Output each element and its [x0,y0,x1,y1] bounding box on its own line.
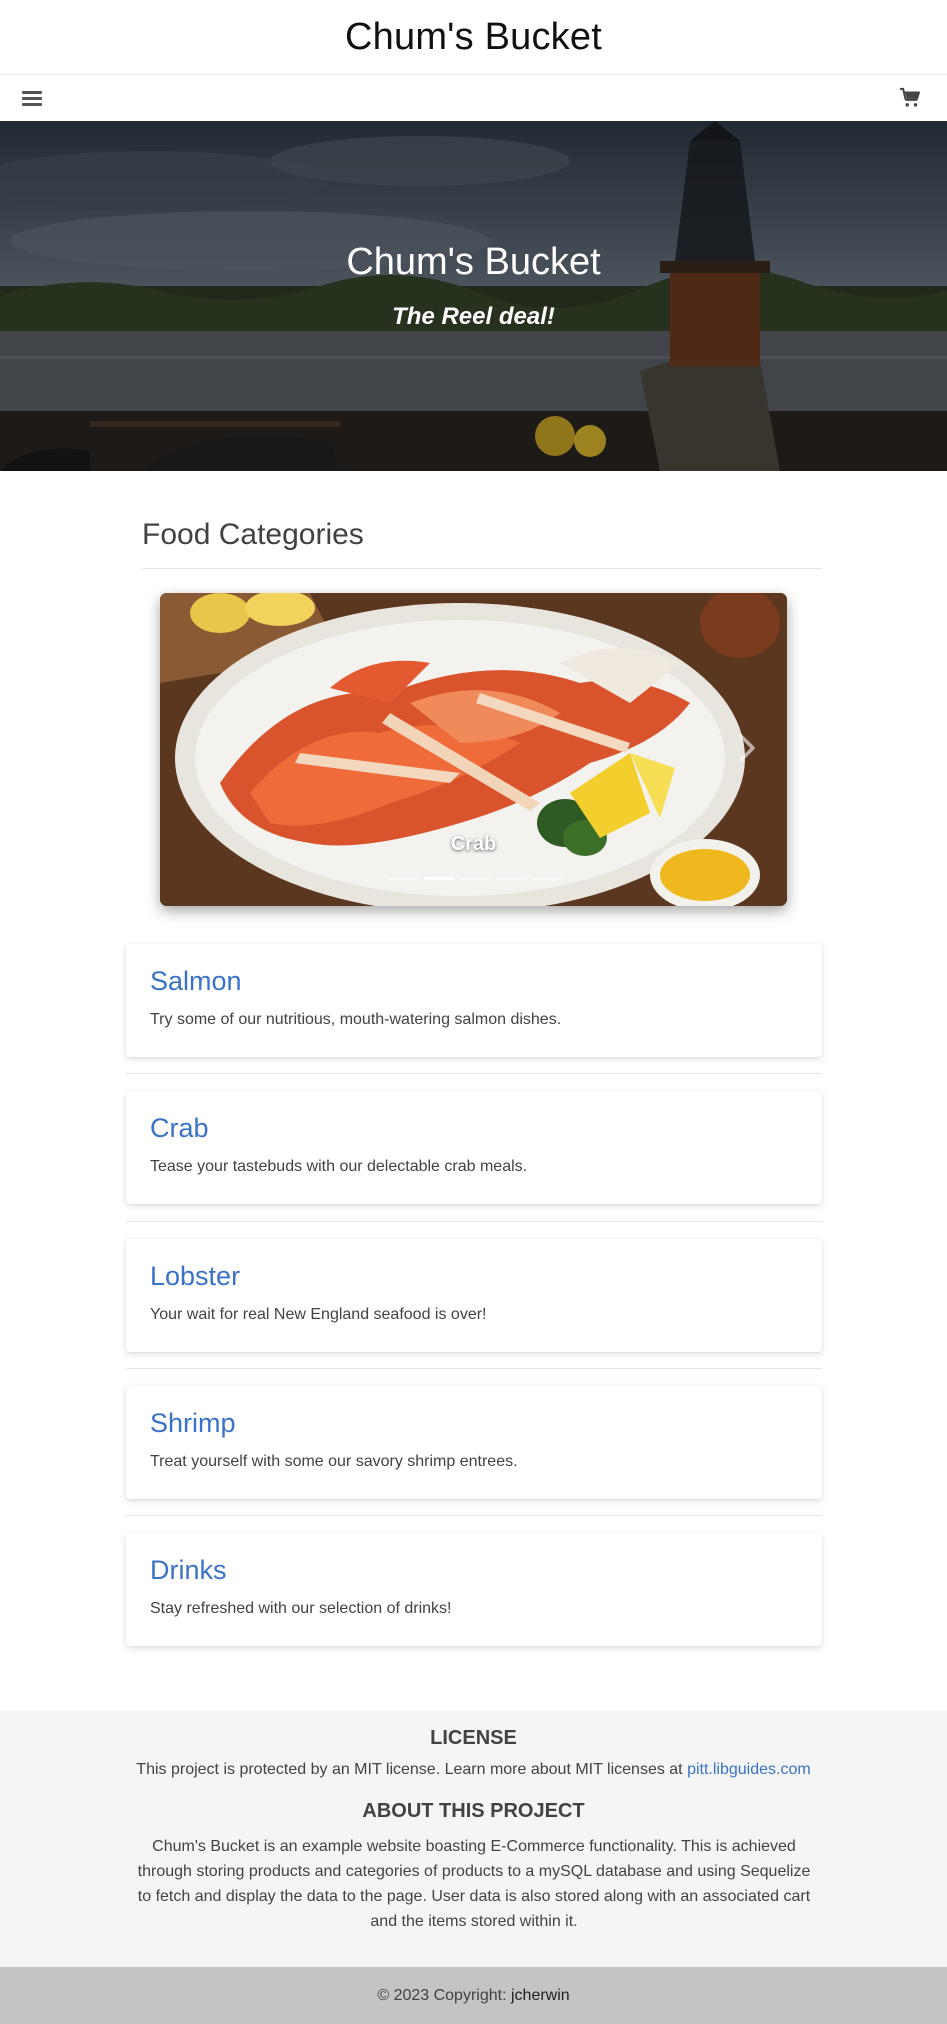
category-description: Treat yourself with some our savory shri… [150,1453,518,1470]
category-card-drinks[interactable]: Drinks Stay refreshed with our selection… [126,1533,822,1646]
carousel-caption: Crab [450,833,497,855]
site-title: Chum's Bucket [345,15,602,58]
carousel-slide-image [160,593,787,906]
card-divider [126,1368,822,1369]
card-divider [126,1221,822,1222]
site-footer: LICENSE This project is protected by an … [0,1711,947,1967]
license-text-body: This project is protected by an MIT lice… [136,1761,683,1778]
category-name[interactable]: Drinks [150,1555,227,1586]
category-card-salmon[interactable]: Salmon Try some of our nutritious, mouth… [126,944,822,1057]
category-card-lobster[interactable]: Lobster Your wait for real New England s… [126,1239,822,1352]
card-divider [126,1073,822,1074]
category-description: Stay refreshed with our selection of dri… [150,1600,452,1617]
hero-tagline: The Reel deal! [392,303,555,330]
category-name[interactable]: Crab [150,1113,209,1144]
section-title: Food Categories [142,518,364,551]
carousel-indicator[interactable] [388,877,418,880]
navbar [0,75,947,121]
carousel-indicators [388,877,562,880]
carousel-indicator[interactable] [496,877,526,880]
carousel-indicator[interactable] [460,877,490,880]
category-description: Try some of our nutritious, mouth-wateri… [150,1011,562,1028]
about-heading: ABOUT THIS PROJECT [362,1800,585,1822]
card-divider [126,1515,822,1516]
hamburger-menu-icon[interactable] [22,88,42,108]
category-name[interactable]: Salmon [150,966,242,997]
chevron-right-icon[interactable] [737,733,757,763]
category-card-crab[interactable]: Crab Tease your tastebuds with our delec… [126,1091,822,1204]
hero-title: Chum's Bucket [346,241,601,283]
category-name[interactable]: Shrimp [150,1408,236,1439]
carousel-indicator-active[interactable] [424,877,454,880]
category-carousel[interactable]: Crab [160,593,787,906]
hero-overlay [0,121,947,471]
copyright-author-link[interactable]: jcherwin [511,1987,570,2004]
copyright-text: © 2023 Copyright: [377,1987,507,2004]
category-description: Tease your tastebuds with our delectable… [150,1158,528,1175]
license-link[interactable]: pitt.libguides.com [687,1761,811,1778]
category-name[interactable]: Lobster [150,1261,240,1292]
category-description: Your wait for real New England seafood i… [150,1306,487,1323]
hero-banner: Chum's Bucket The Reel deal! [0,121,947,471]
about-text: Chum's Bucket is an example website boas… [137,1838,811,1930]
license-text: This project is protected by an MIT lice… [0,1761,947,1779]
copyright-bar: © 2023 Copyright: jcherwin [0,1967,947,2024]
shopping-cart-icon[interactable] [899,87,921,109]
section-divider [142,568,822,569]
license-heading: LICENSE [430,1727,517,1749]
category-card-shrimp[interactable]: Shrimp Treat yourself with some our savo… [126,1386,822,1499]
carousel-indicator[interactable] [532,877,562,880]
site-header: Chum's Bucket [0,0,947,75]
